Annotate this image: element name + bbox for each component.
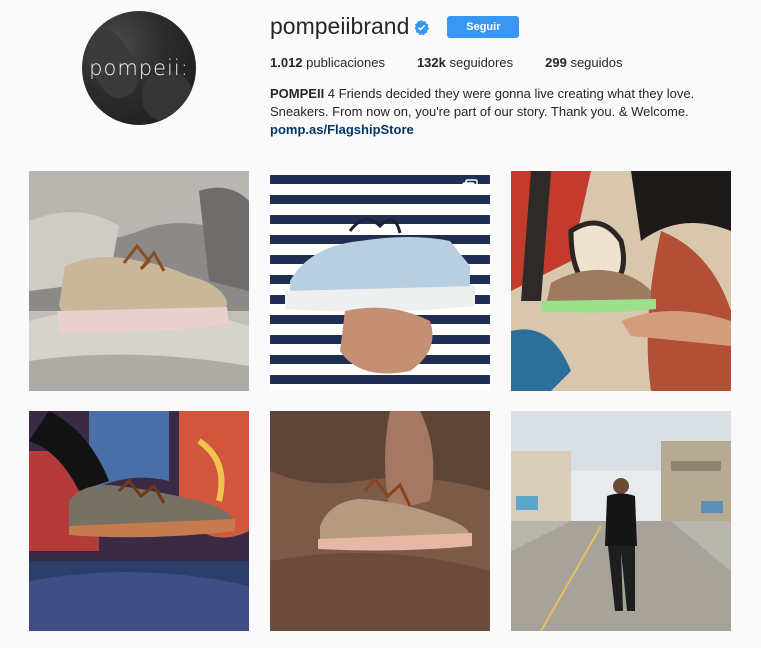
following-count: 299 (545, 55, 567, 70)
following-stat[interactable]: 299 seguidos (545, 55, 622, 70)
post-tile-3[interactable] (511, 171, 731, 391)
bio-line-1: POMPEII 4 Friends decided they were gonn… (270, 85, 750, 103)
post-tile-6[interactable] (511, 411, 731, 631)
post-tile-2[interactable] (270, 171, 490, 391)
profile-bio: POMPEII 4 Friends decided they were gonn… (270, 85, 750, 139)
followers-stat[interactable]: 132k seguidores (417, 55, 513, 70)
avatar-logo-text: pompeii: (89, 56, 189, 80)
profile-header: pompeiibrand Seguir (270, 13, 520, 40)
following-label: seguidos (570, 55, 623, 70)
followers-count: 132k (416, 55, 446, 70)
followers-label: seguidores (449, 55, 514, 70)
posts-stat: 1.012 publicaciones (270, 55, 385, 70)
profile-avatar[interactable]: pompeii: (82, 11, 196, 125)
profile-stats: 1.012 publicaciones 132k seguidores 299 … (270, 55, 654, 70)
verified-badge-icon (414, 20, 430, 35)
post-tile-4[interactable] (29, 411, 249, 631)
bio-text-1: 4 Friends decided they were gonna live c… (324, 86, 695, 101)
post-tile-5[interactable] (270, 411, 490, 631)
posts-grid (29, 171, 731, 631)
username: pompeiibrand (270, 13, 410, 39)
bio-link[interactable]: pomp.as/FlagshipStore (270, 122, 414, 137)
post-tile-1[interactable] (29, 171, 249, 391)
posts-count: 1.012 (270, 55, 303, 70)
bio-name: POMPEII (270, 86, 325, 101)
posts-label: publicaciones (306, 55, 385, 70)
bio-line-2: Sneakers. From now on, you're part of ou… (270, 104, 689, 119)
multiple-photos-icon (462, 179, 478, 195)
follow-button[interactable]: Seguir (447, 15, 520, 38)
